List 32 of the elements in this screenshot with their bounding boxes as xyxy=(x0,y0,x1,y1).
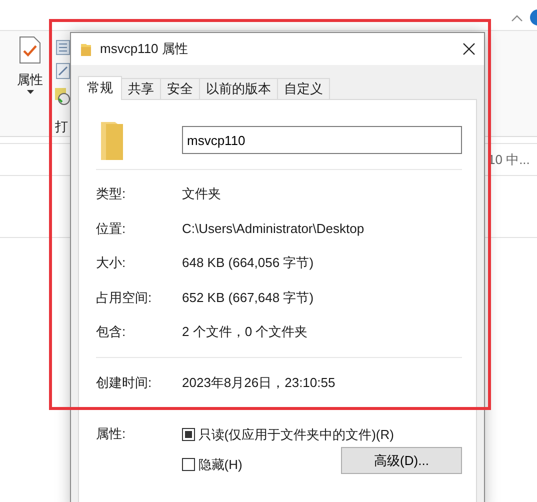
advanced-button[interactable]: 高级(D)... xyxy=(341,446,462,474)
folder-icon xyxy=(101,120,123,160)
field-value: 2 个文件，0 个文件夹 xyxy=(182,323,308,341)
properties-ribbon-button[interactable]: 属性 xyxy=(13,36,47,100)
ribbon-label: 打 xyxy=(55,118,68,136)
folder-icon xyxy=(81,42,91,56)
field-value: C:\Users\Administrator\Desktop xyxy=(182,220,364,238)
document-check-icon xyxy=(19,36,41,64)
checkbox-option[interactable]: 隐藏(H) xyxy=(182,454,242,474)
list-icon[interactable] xyxy=(56,40,70,55)
history-icon[interactable] xyxy=(55,88,70,105)
field-value: 648 KB (664,056 字节) xyxy=(182,254,314,272)
tab[interactable]: 常规 xyxy=(78,76,122,100)
field-label: 位置: xyxy=(96,220,126,236)
help-icon[interactable] xyxy=(529,9,537,26)
checkbox-option[interactable]: 只读(仅应用于文件夹中的文件)(R) xyxy=(182,424,394,444)
field-label: 大小: xyxy=(96,255,126,270)
edit-icon[interactable] xyxy=(56,63,70,79)
field-label: 创建时间: xyxy=(96,375,152,390)
field-value: 652 KB (667,648 字节) xyxy=(182,288,314,307)
chevron-up-icon[interactable] xyxy=(511,14,523,22)
close-icon xyxy=(463,43,475,55)
field-value: 2023年8月26日，23:10:55 xyxy=(182,374,336,392)
attributes-label: 属性: xyxy=(96,426,126,442)
field-label: 包含: xyxy=(96,324,126,339)
field-label: 类型: xyxy=(96,186,126,202)
window-title: msvcp110 属性 xyxy=(100,40,189,58)
field-label: 占用空间: xyxy=(96,290,152,305)
name-field[interactable]: msvcp110 xyxy=(182,126,462,154)
field-value: 文件夹 xyxy=(182,185,221,204)
tab[interactable]: 自定义 xyxy=(277,78,330,99)
caret-icon xyxy=(26,90,34,94)
